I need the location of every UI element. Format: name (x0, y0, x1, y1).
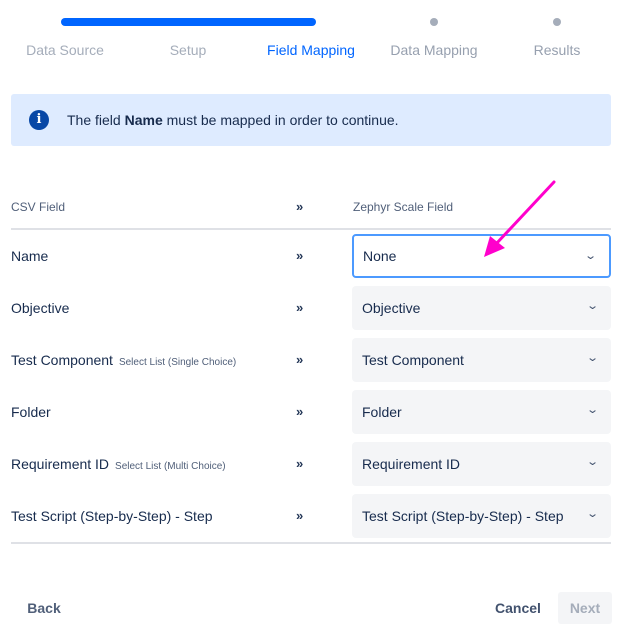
annotation-arrow (484, 180, 556, 257)
